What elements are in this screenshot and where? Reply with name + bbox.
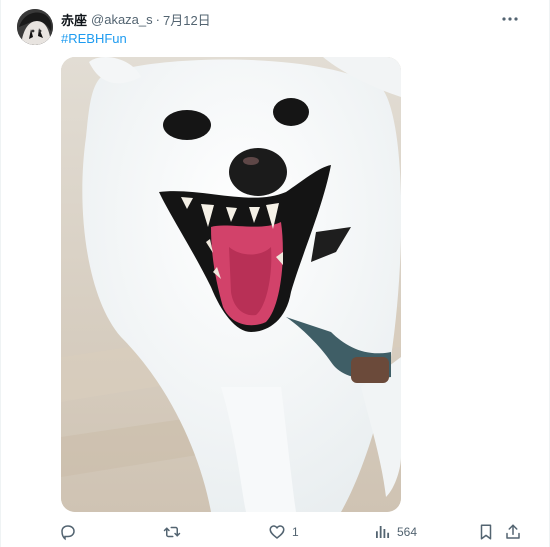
more-options-button[interactable] bbox=[501, 10, 519, 28]
dog-photo bbox=[61, 57, 401, 512]
action-bar: 1 564 bbox=[1, 520, 550, 544]
share-button[interactable] bbox=[504, 520, 522, 544]
reply-icon bbox=[59, 523, 77, 541]
heart-icon bbox=[268, 523, 286, 541]
views-button[interactable]: 564 bbox=[373, 520, 417, 544]
bookmark-icon bbox=[477, 523, 495, 541]
share-icon bbox=[504, 523, 522, 541]
post-date[interactable]: 7月12日 bbox=[163, 10, 211, 29]
repost-icon bbox=[163, 523, 181, 541]
more-horizontal-icon bbox=[502, 17, 518, 21]
tweet-header: 赤座 @akaza_s · 7月12日 bbox=[61, 10, 211, 28]
bookmark-button[interactable] bbox=[477, 520, 495, 544]
hashtag-link[interactable]: #REBHFun bbox=[61, 31, 127, 46]
avatar[interactable] bbox=[17, 9, 53, 45]
post-image[interactable] bbox=[61, 57, 401, 512]
views-bar-chart-icon bbox=[373, 523, 391, 541]
like-count: 1 bbox=[292, 525, 299, 539]
repost-button[interactable] bbox=[163, 520, 187, 544]
reply-button[interactable] bbox=[59, 520, 83, 544]
author-name[interactable]: 赤座 bbox=[61, 10, 87, 29]
author-handle[interactable]: @akaza_s bbox=[91, 12, 153, 27]
tweet-card: 赤座 @akaza_s · 7月12日 #REBHFun 1 564 bbox=[0, 0, 550, 547]
views-count: 564 bbox=[397, 525, 418, 539]
header-separator: · bbox=[155, 11, 160, 27]
avatar-image bbox=[17, 9, 53, 45]
like-button[interactable]: 1 bbox=[268, 520, 299, 544]
